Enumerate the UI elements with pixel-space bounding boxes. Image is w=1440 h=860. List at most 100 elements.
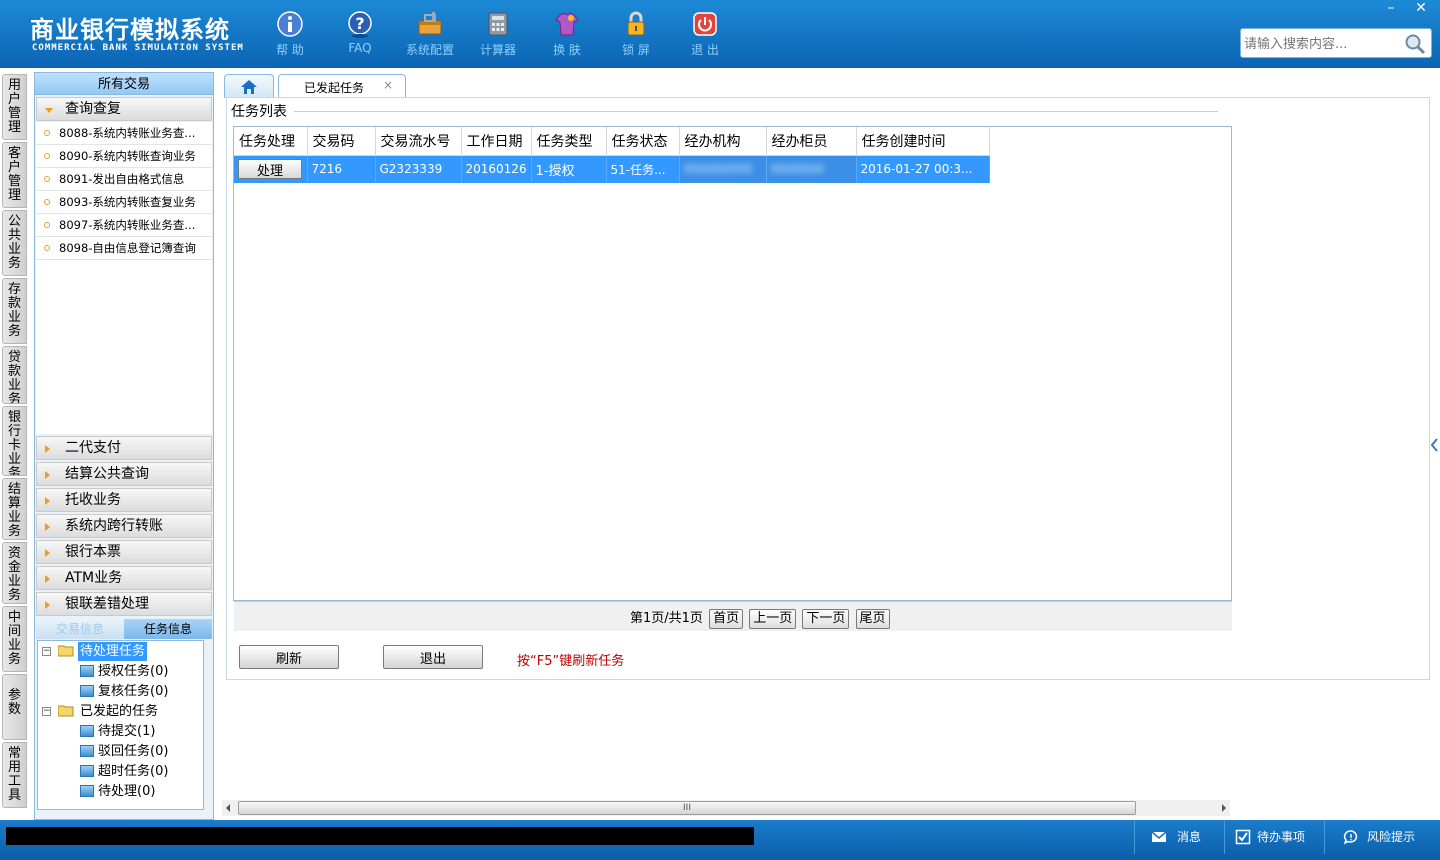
cell-code: 7216 [307,155,376,183]
group-second-gen-payment[interactable]: 二代支付 [36,436,212,460]
group-settlement-query[interactable]: 结算公共查询 [36,462,212,486]
all-transactions-header: 所有交易 [35,73,213,95]
page-tabs: 已发起任务 × [222,72,1430,98]
tab-transaction-info[interactable]: 交易信息 [36,619,124,639]
change-skin-button[interactable]: 换 肤 [536,8,598,62]
prev-page-button[interactable]: 上一页 [749,609,797,629]
next-page-button[interactable]: 下一页 [802,609,850,629]
last-page-button[interactable]: 尾页 [855,609,890,629]
mail-icon [1151,831,1167,842]
todo-button[interactable]: 待办事项 [1224,820,1324,854]
tree-node-initiated[interactable]: 已发起的任务 [80,702,158,721]
tree-node-to-submit[interactable]: 待提交(1) [98,722,155,741]
group-unionpay-error[interactable]: 银联差错处理 [36,592,212,616]
divider [294,111,1218,112]
group-query-reply[interactable]: 查询查复 [36,97,212,121]
table-row[interactable]: 处理 7216 G2323339 20160126 1-授权 51-任务... … [234,155,990,183]
group-label: 查询查复 [65,101,121,117]
rail-tab-loan[interactable]: 贷款业务 [2,346,27,404]
faq-button[interactable]: ? FAQ [329,8,391,62]
system-config-button[interactable]: 系统配置 [399,8,461,62]
help-button[interactable]: 帮 助 [259,8,321,62]
rail-tab-deposit[interactable]: 存款业务 [2,278,27,344]
rail-tab-common-tools[interactable]: 常用工具 [2,742,27,808]
group-atm[interactable]: ATM业务 [36,566,212,590]
group-collection[interactable]: 托收业务 [36,488,212,512]
tree-node-pending[interactable]: 待处理任务 [78,642,148,661]
header-bar: 商业银行模拟系统 COMMERCIAL BANK SIMULATION SYST… [0,0,1440,68]
chevron-right-icon [45,549,50,557]
exit-app-label: 退 出 [691,43,719,57]
rail-tab-intermediate[interactable]: 中间业务 [2,606,27,672]
page-info: 第1页/共1页 [630,611,703,626]
list-item[interactable]: 8093-系统内转账查复业务 [36,191,212,214]
power-icon [693,12,717,36]
col-header-code: 交易码 [307,127,376,156]
group-cashier-check[interactable]: 银行本票 [36,540,212,564]
scroll-thumb[interactable]: III [238,801,1136,815]
rail-tab-customer-mgmt[interactable]: 客户管理 [2,142,27,208]
bullet-icon [44,176,50,182]
exit-app-button[interactable]: 退 出 [674,8,736,62]
tree-node-review[interactable]: 复核任务(0) [98,682,168,701]
list-item[interactable]: 8091-发出自由格式信息 [36,168,212,191]
col-header-created: 任务创建时间 [856,127,990,156]
pager-controls: 第1页/共1页 首页 上一页 下一页 尾页 [630,607,890,629]
exit-button[interactable]: 退出 [383,645,483,669]
list-item[interactable]: 8088-系统内转账业务查... [36,122,212,145]
calculator-button[interactable]: 计算器 [467,8,529,62]
task-table: 任务处理 交易码 交易流水号 工作日期 任务类型 任务状态 经办机构 经办柜员 … [234,127,990,183]
col-header-teller: 经办柜员 [766,127,857,156]
list-item[interactable]: 8097-系统内转账业务查... [36,214,212,237]
process-button[interactable]: 处理 [238,159,302,180]
search-input[interactable] [1244,34,1404,54]
folder-icon [80,665,94,677]
collapse-icon[interactable]: − [42,707,51,716]
list-item[interactable]: 8090-系统内转账查询业务 [36,145,212,168]
first-page-button[interactable]: 首页 [709,609,744,629]
tab-task-info[interactable]: 任务信息 [124,619,212,639]
group-interbank-transfer[interactable]: 系统内跨行转账 [36,514,212,538]
collapse-icon[interactable]: − [42,647,51,656]
rail-tab-settlement[interactable]: 结算业务 [2,478,27,540]
minimize-button[interactable]: – [1378,0,1404,18]
search-icon[interactable] [1403,32,1427,56]
tree-node-waiting[interactable]: 待处理(0) [98,782,155,801]
status-bar: 消息 待办事项 风险提示 [0,820,1440,860]
rail-tab-funds[interactable]: 资金业务 [2,542,27,604]
scroll-right-icon[interactable] [1222,804,1226,812]
tab-label: 已发起任务 [304,81,365,95]
bullet-icon [44,153,50,159]
rail-tab-parameters[interactable]: 参数 [2,674,27,740]
bullet-icon [44,130,50,136]
tree-node-rejected[interactable]: 驳回任务(0) [98,742,168,761]
col-header-serial: 交易流水号 [375,127,462,156]
tab-initiated-tasks[interactable]: 已发起任务 × [278,74,406,98]
col-header-type: 任务类型 [531,127,607,156]
lock-screen-button[interactable]: 锁 屏 [605,8,667,62]
task-tree: − 待处理任务 授权任务(0) 复核任务(0) − 已发起的任务 待提交(1) … [37,640,204,810]
folder-icon [80,785,94,797]
rail-tab-user-mgmt[interactable]: 用户管理 [2,74,27,140]
close-tab-icon[interactable]: × [383,78,393,92]
risk-alert-button[interactable]: 风险提示 [1324,820,1434,854]
cell-action: 处理 [234,155,308,183]
module-rail: 用户管理 客户管理 公共业务 存款业务 贷款业务 银行卡业务 结算业务 资金业务… [0,68,30,820]
window-controls: – ✕ [1378,0,1434,20]
messages-button[interactable]: 消息 [1134,820,1224,854]
rail-tab-public-business[interactable]: 公共业务 [2,210,27,276]
close-window-button[interactable]: ✕ [1408,0,1434,18]
tree-node-auth[interactable]: 授权任务(0) [98,662,168,681]
cell-created: 2016-01-27 00:3... [856,155,990,183]
horizontal-scrollbar[interactable]: III [222,800,1230,816]
collapse-panel-icon[interactable] [1428,425,1440,465]
list-item[interactable]: 8098-自由信息登记簿查询 [36,237,212,260]
task-grid: 任务处理 交易码 交易流水号 工作日期 任务类型 任务状态 经办机构 经办柜员 … [233,126,1232,601]
refresh-button[interactable]: 刷新 [239,645,339,669]
table-header-row: 任务处理 交易码 交易流水号 工作日期 任务类型 任务状态 经办机构 经办柜员 … [234,127,990,156]
rail-tab-bank-card[interactable]: 银行卡业务 [2,406,27,476]
folder-open-icon [58,705,74,717]
scroll-left-icon[interactable] [226,804,230,812]
tree-node-timeout[interactable]: 超时任务(0) [98,762,168,781]
tab-home[interactable] [224,74,274,98]
